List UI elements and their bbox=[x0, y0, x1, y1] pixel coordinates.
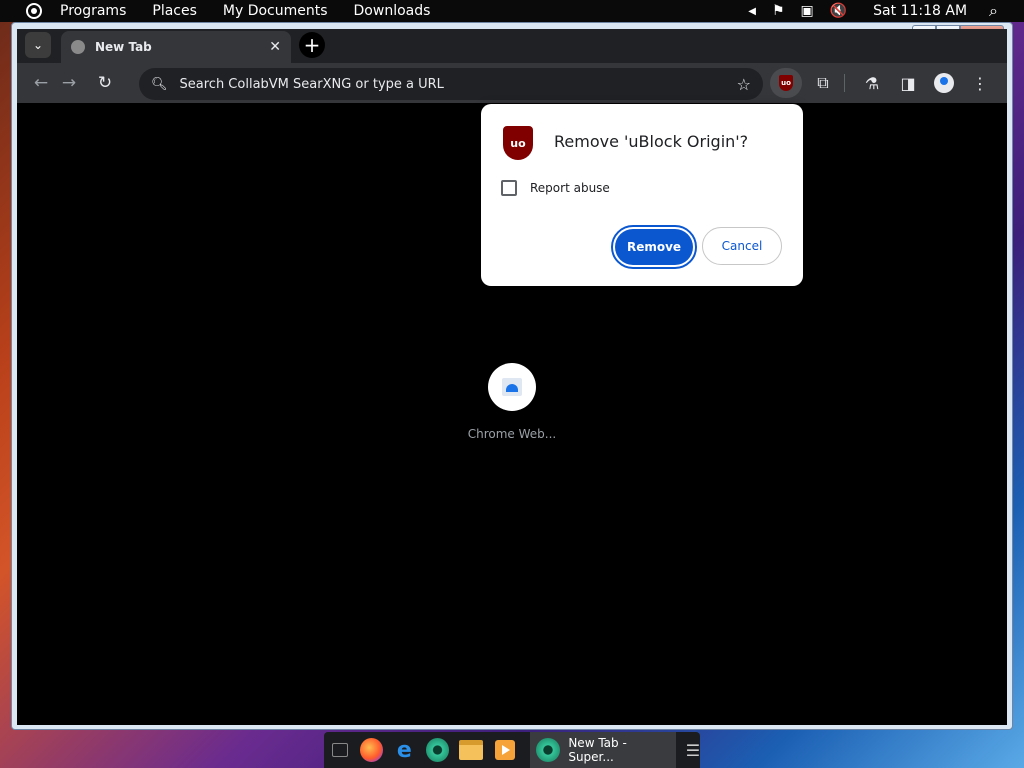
web-store-icon bbox=[502, 378, 522, 396]
menu-my-documents[interactable]: My Documents bbox=[223, 3, 328, 19]
avatar bbox=[934, 73, 954, 93]
clock[interactable]: Sat 11:18 AM bbox=[873, 3, 967, 19]
side-panel-icon[interactable]: ◨ bbox=[893, 68, 923, 98]
report-abuse-row[interactable]: Report abuse bbox=[501, 180, 610, 196]
media-player-icon[interactable] bbox=[493, 738, 516, 762]
tray-expand-icon[interactable]: ◀ bbox=[748, 6, 756, 17]
tab-search-button[interactable]: ⌄ bbox=[25, 32, 51, 58]
forward-button[interactable]: → bbox=[55, 69, 83, 97]
dialog-title: Remove 'uBlock Origin'? bbox=[554, 132, 749, 151]
menu-places[interactable]: Places bbox=[152, 3, 197, 19]
menu-downloads[interactable]: Downloads bbox=[354, 3, 431, 19]
profile-button[interactable] bbox=[929, 68, 959, 98]
menu-programs[interactable]: Programs bbox=[60, 3, 126, 19]
taskbar-task-new-tab[interactable]: New Tab - Super... bbox=[530, 732, 676, 768]
shortcut-chrome-web-store[interactable]: Chrome Web... bbox=[467, 363, 557, 441]
tab-title: New Tab bbox=[95, 40, 152, 54]
chrome-icon[interactable] bbox=[425, 738, 450, 762]
globe-icon bbox=[71, 40, 85, 54]
network-icon[interactable]: ▣ bbox=[801, 3, 814, 19]
back-button[interactable]: ← bbox=[27, 69, 55, 97]
cancel-button[interactable]: Cancel bbox=[702, 227, 782, 265]
taskbar: e New Tab - Super... ☰ bbox=[324, 732, 700, 768]
new-tab-button[interactable]: + bbox=[299, 32, 325, 58]
address-placeholder: Search CollabVM SearXNG or type a URL bbox=[179, 76, 444, 92]
search-icon[interactable]: ⌕ bbox=[989, 1, 998, 21]
remove-button-label: Remove bbox=[615, 229, 693, 265]
ublock-extension-button[interactable]: uo bbox=[770, 68, 802, 98]
applications-menu-icon[interactable] bbox=[26, 3, 42, 19]
toolbar: ← → ↻ 🔍︎ Search CollabVM SearXNG or type… bbox=[17, 63, 1007, 103]
report-abuse-checkbox[interactable] bbox=[501, 180, 517, 196]
file-manager-icon[interactable] bbox=[459, 738, 484, 762]
address-bar[interactable]: 🔍︎ Search CollabVM SearXNG or type a URL… bbox=[139, 68, 763, 100]
firefox-icon[interactable] bbox=[359, 738, 383, 762]
internet-explorer-icon[interactable]: e bbox=[393, 738, 416, 763]
bookmark-star-icon[interactable]: ☆ bbox=[737, 75, 751, 94]
volume-muted-icon[interactable]: 🔇 bbox=[830, 3, 847, 19]
remove-button[interactable]: Remove bbox=[611, 225, 697, 269]
search-icon: 🔍︎ bbox=[151, 76, 168, 92]
labs-flask-icon[interactable]: ⚗ bbox=[857, 68, 887, 98]
ublock-icon: uo bbox=[779, 75, 793, 91]
remove-extension-dialog: uo Remove 'uBlock Origin'? Report abuse … bbox=[481, 104, 803, 286]
ublock-origin-icon: uo bbox=[503, 126, 533, 160]
close-tab-icon[interactable]: ✕ bbox=[269, 39, 281, 55]
top-panel: Programs Places My Documents Downloads ◀… bbox=[0, 0, 1024, 22]
tab-new-tab[interactable]: New Tab ✕ bbox=[61, 31, 291, 63]
show-desktop-icon[interactable] bbox=[332, 743, 348, 757]
shortcut-label: Chrome Web... bbox=[467, 427, 557, 441]
reload-button[interactable]: ↻ bbox=[91, 69, 119, 97]
tab-strip: ⌄ New Tab ✕ + bbox=[17, 29, 1007, 63]
report-abuse-label: Report abuse bbox=[530, 181, 610, 195]
flag-icon[interactable]: ⚑ bbox=[772, 3, 785, 19]
shortcut-tile bbox=[488, 363, 536, 411]
task-label: New Tab - Super... bbox=[568, 736, 627, 764]
extensions-puzzle-icon[interactable]: ⧉ bbox=[808, 68, 838, 98]
toolbar-divider bbox=[844, 74, 845, 92]
more-menu-icon[interactable]: ⋮ bbox=[965, 68, 995, 98]
chrome-icon bbox=[536, 738, 561, 762]
toolbar-actions: uo ⧉ ⚗ ◨ ⋮ bbox=[770, 68, 995, 98]
taskbar-menu-icon[interactable]: ☰ bbox=[686, 741, 700, 760]
system-tray: ◀ ⚑ ▣ 🔇 Sat 11:18 AM ⌕ bbox=[748, 0, 1024, 22]
